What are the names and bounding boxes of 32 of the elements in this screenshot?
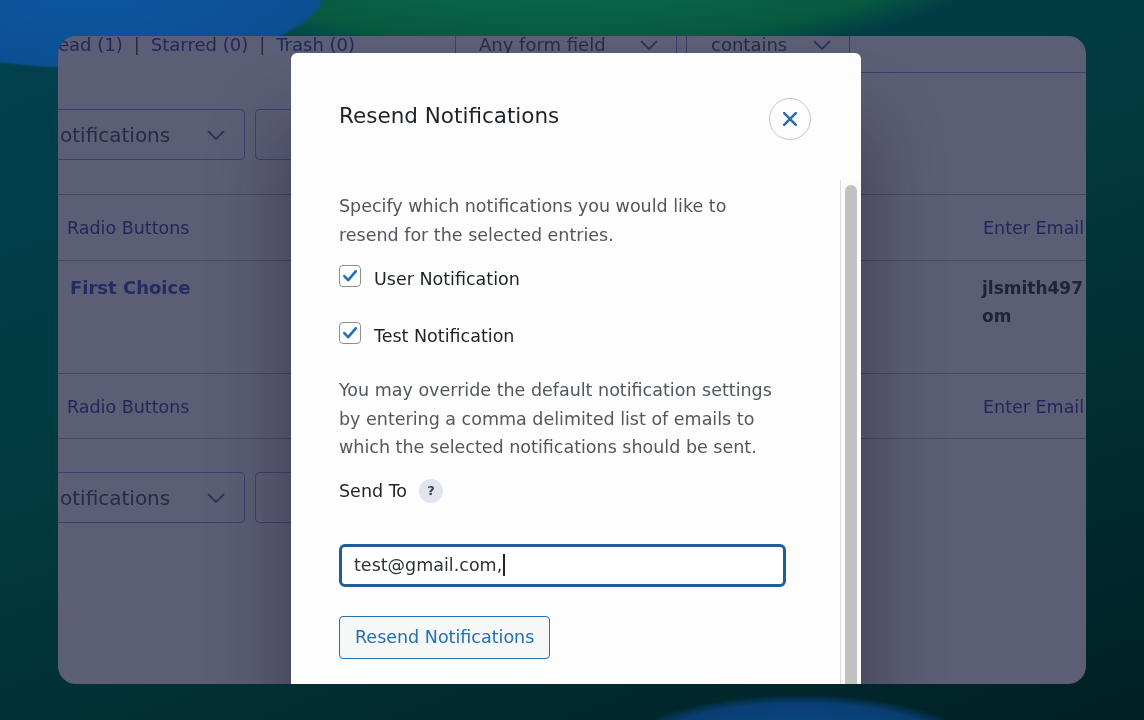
checkbox[interactable] xyxy=(339,322,361,344)
close-button[interactable] xyxy=(769,98,811,140)
text-cursor-icon xyxy=(503,554,505,576)
close-icon xyxy=(783,112,797,126)
resend-button[interactable]: Resend Notifications xyxy=(339,615,551,659)
checkmark-icon xyxy=(343,270,357,282)
chevron-down-icon xyxy=(207,129,225,140)
column-header[interactable]: Enter Email xyxy=(983,396,1085,417)
column-header[interactable]: Enter Email xyxy=(983,218,1085,238)
help-button[interactable]: ? xyxy=(419,478,444,503)
checkbox-label[interactable]: User Notification xyxy=(374,267,520,291)
override-instruction-text: You may override the default notification settings by entering a comma delimited list of emails to which the selected notifications should be sent. xyxy=(339,379,773,459)
separator: | xyxy=(133,36,140,53)
chevron-down-icon xyxy=(640,39,658,50)
filter-link[interactable]: Trash (0) xyxy=(276,36,356,53)
checkbox-label[interactable]: Test Notification xyxy=(374,324,515,348)
scrollbar-thumb[interactable] xyxy=(845,185,857,684)
column-header[interactable]: Radio Buttons xyxy=(67,218,190,238)
table-cell-text: jlsmith497 om xyxy=(982,277,1085,328)
filter-link[interactable]: ead (1) xyxy=(58,36,123,53)
filter-link[interactable]: Starred (0) xyxy=(150,36,249,53)
instruction-text: Specify which notifications you would like to resend for the selected entries. xyxy=(339,195,728,247)
separator: | xyxy=(259,36,266,53)
email-input[interactable]: test@gmail.com, xyxy=(339,543,786,587)
dialog-title: Resend Notifications xyxy=(339,103,560,129)
column-header[interactable]: Radio Buttons xyxy=(67,396,190,417)
checkmark-icon xyxy=(343,327,357,339)
entry-link[interactable]: First Choice xyxy=(70,274,291,302)
checkbox[interactable] xyxy=(339,265,361,287)
chevron-down-icon xyxy=(813,39,831,50)
field-label: Send To xyxy=(339,480,408,501)
chevron-down-icon xyxy=(207,492,225,503)
